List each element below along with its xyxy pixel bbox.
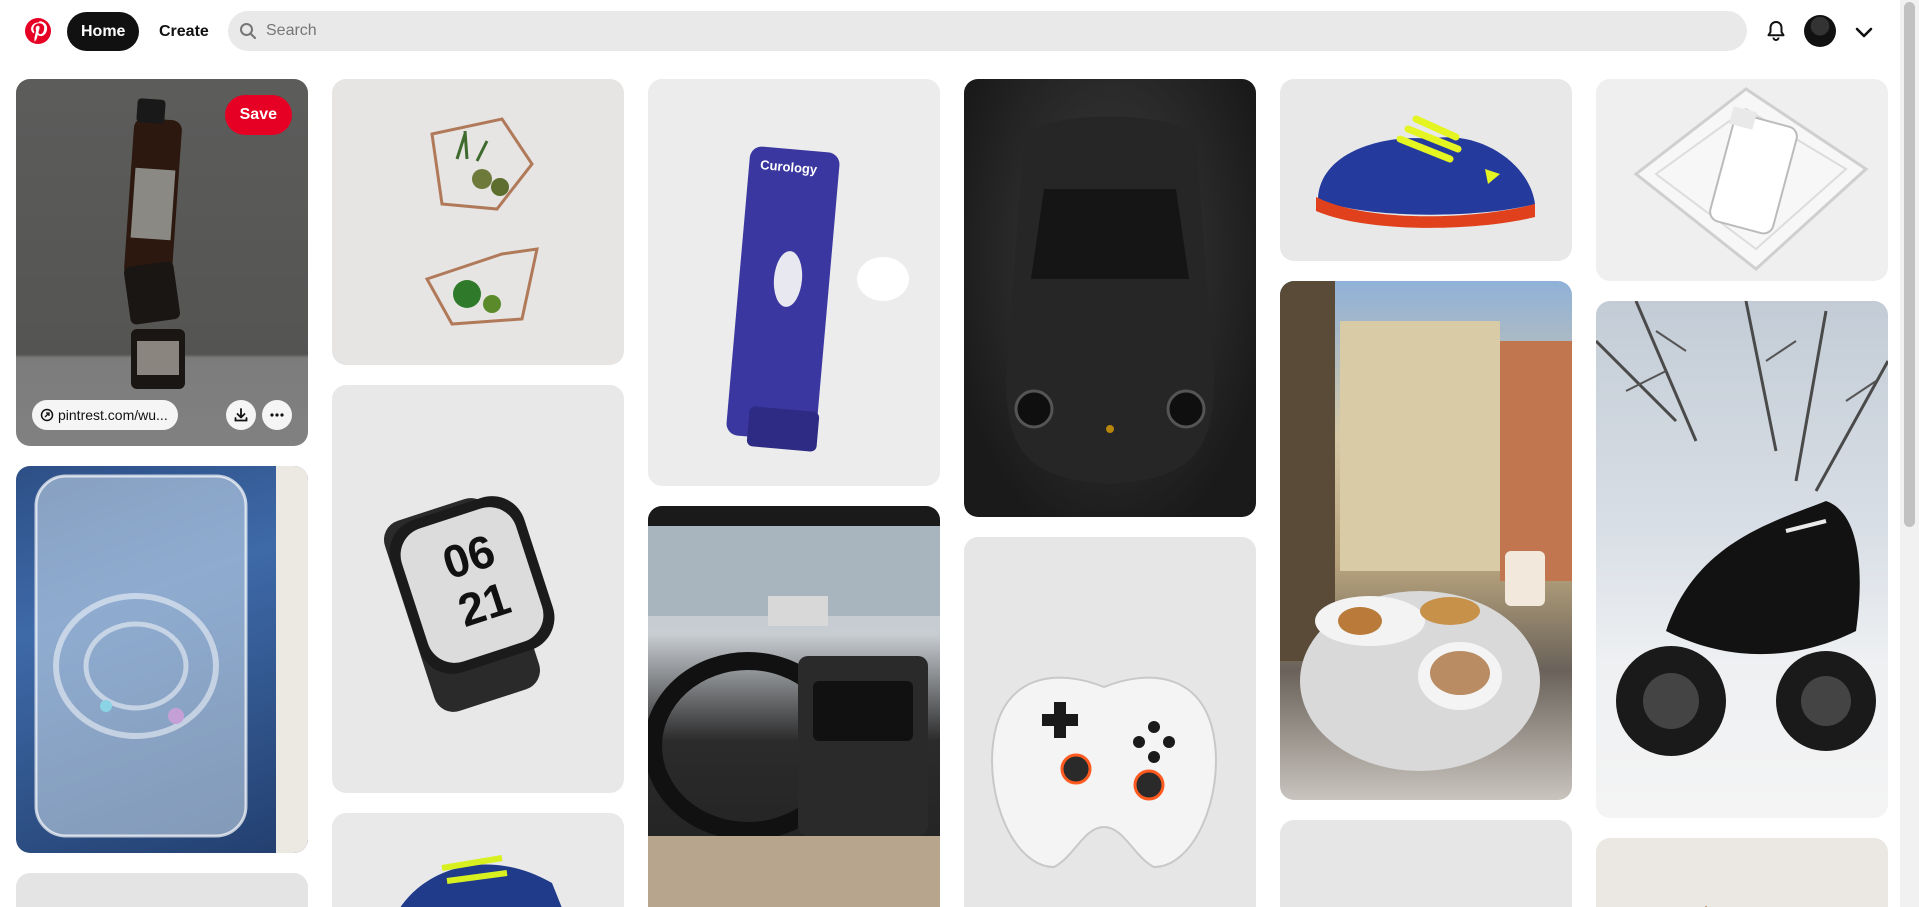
page-scrollbar[interactable] <box>1900 0 1919 907</box>
pin-source-text: pintrest.com/wu... <box>58 407 168 423</box>
scrollbar-thumb[interactable] <box>1904 2 1915 527</box>
top-navigation-bar: Home Create <box>0 0 1900 64</box>
search-bar[interactable] <box>228 11 1747 51</box>
download-button[interactable] <box>226 400 256 430</box>
nav-home-button[interactable]: Home <box>67 12 140 51</box>
pin-card[interactable] <box>332 813 624 907</box>
pin-card[interactable] <box>1280 79 1572 261</box>
pin-card[interactable] <box>332 79 624 365</box>
pin-card[interactable]: 06 21 <box>332 385 624 793</box>
pin-image <box>400 855 562 907</box>
pin-image <box>424 117 539 326</box>
chevron-down-icon[interactable] <box>1852 20 1876 44</box>
pin-image <box>1633 87 1869 271</box>
pin-image <box>1596 301 1888 756</box>
link-icon <box>40 408 54 422</box>
pin-card[interactable] <box>648 506 940 907</box>
search-icon <box>240 23 257 40</box>
pin-card[interactable] <box>1596 79 1888 281</box>
pin-card[interactable] <box>1596 301 1888 818</box>
pin-image <box>1006 116 1214 484</box>
pin-image <box>34 466 308 853</box>
pin-image <box>648 506 940 907</box>
pin-image: 06 21 <box>383 496 555 712</box>
search-input[interactable] <box>266 11 1726 51</box>
pin-card[interactable] <box>1280 281 1572 800</box>
more-options-button[interactable] <box>262 400 292 430</box>
download-icon <box>234 408 248 422</box>
pin-image <box>1704 905 1708 907</box>
pin-card[interactable] <box>964 79 1256 517</box>
pin-card[interactable]: Save pintrest.com/wu... <box>16 79 308 446</box>
bell-icon[interactable] <box>1762 17 1790 45</box>
pin-card[interactable] <box>964 537 1256 907</box>
pin-image <box>1316 115 1535 228</box>
nav-create-button[interactable]: Create <box>145 12 223 51</box>
pin-image <box>991 676 1217 869</box>
pin-image <box>1280 281 1572 771</box>
pin-card[interactable] <box>16 466 308 853</box>
avatar[interactable] <box>1804 15 1836 47</box>
pin-source-link[interactable]: pintrest.com/wu... <box>32 400 178 430</box>
pin-card[interactable]: Curology <box>648 79 940 486</box>
pin-card[interactable] <box>1596 838 1888 907</box>
pin-card[interactable] <box>1280 820 1572 907</box>
pin-card[interactable] <box>16 873 308 907</box>
save-button[interactable]: Save <box>224 95 292 135</box>
pin-image: Curology <box>726 146 909 452</box>
more-icon <box>270 413 284 417</box>
pinterest-logo-icon[interactable] <box>25 18 51 44</box>
